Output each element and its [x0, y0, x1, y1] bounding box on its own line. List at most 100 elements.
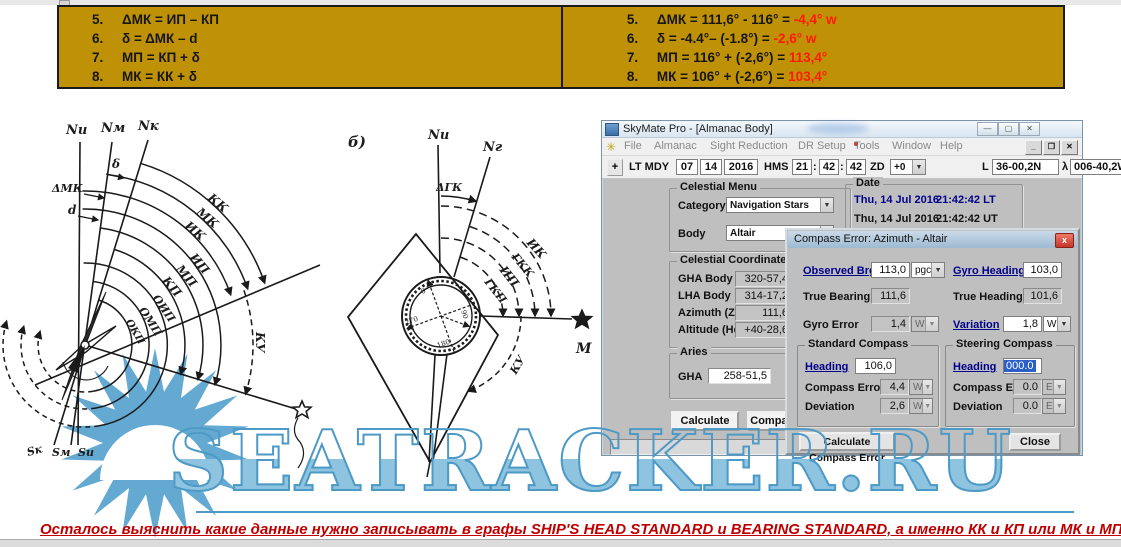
- observed-brg-label: Observed Brg: [803, 265, 876, 277]
- second-field[interactable]: 42: [846, 159, 866, 175]
- formula-number: 7.: [627, 48, 657, 67]
- menu-file[interactable]: File: [624, 140, 642, 152]
- close-button[interactable]: ✕: [1019, 122, 1040, 136]
- dialog-title: Compass Error: Azimuth - Altair: [794, 233, 947, 245]
- group-title: Steering Compass: [953, 338, 1056, 350]
- formula-row: 8.МК = КК + δ: [92, 67, 561, 86]
- app-icon: [605, 123, 619, 136]
- chevron-down-icon[interactable]: ▼: [931, 263, 944, 277]
- group-title: Aries: [677, 346, 711, 358]
- figure-b-label: б): [348, 133, 366, 151]
- chevron-down-icon[interactable]: ▼: [912, 160, 925, 174]
- chevron-down-icon[interactable]: ▼: [1057, 317, 1070, 331]
- delta-label: δ: [111, 157, 120, 171]
- menu-window[interactable]: Window: [892, 140, 931, 152]
- hour-field[interactable]: 21: [792, 159, 812, 175]
- formula-text: ΔМК = ИП – КП: [122, 12, 219, 27]
- diagram-b-labels: б) Nи Nг ΔГК ИК ГКК ИП ГКП КУ М 0 90 180…: [348, 128, 592, 377]
- watermark-underline: [196, 511, 1074, 513]
- formula-text: МП = КП + δ: [122, 50, 200, 65]
- formula-row: 6.δ = ΔМК – d: [92, 29, 561, 48]
- menu-dr-setup[interactable]: DR Setup: [798, 140, 846, 152]
- menu-help[interactable]: Help: [940, 140, 963, 152]
- aries-gha-field: 258-51,5: [708, 368, 771, 384]
- calculate-button[interactable]: Calculate: [671, 411, 739, 431]
- target-m-label: М: [575, 341, 592, 357]
- true-bearing-label: True Bearing: [803, 291, 870, 303]
- menu-tools[interactable]: Tools: [854, 140, 880, 152]
- lon-label: λ: [1062, 161, 1068, 173]
- variation-label: Variation: [953, 319, 999, 331]
- dialog-titlebar[interactable]: Compass Error: Azimuth - Altair x: [788, 231, 1077, 248]
- observed-brg-field[interactable]: 113,0: [871, 262, 910, 278]
- dialog-close-button[interactable]: x: [1055, 233, 1074, 248]
- dialog-close-action-button[interactable]: Close: [1009, 433, 1061, 451]
- std-deviation-unit: W: [910, 401, 922, 412]
- gha-body-field: 320-57,4: [735, 271, 792, 287]
- chevron-down-icon[interactable]: ▼: [820, 198, 833, 212]
- window-titlebar[interactable]: SkyMate Pro - [Almanac Body] — ▢ ✕: [602, 121, 1082, 138]
- variation-unit-combo[interactable]: W ▼: [1043, 316, 1071, 332]
- strg-error-field: 0.0: [1013, 379, 1042, 395]
- south-compass-label: Sк: [25, 442, 44, 459]
- colon: :: [813, 161, 817, 173]
- arc-label-ik-b: ИК: [523, 235, 550, 262]
- maximize-button[interactable]: ▢: [998, 122, 1019, 136]
- formula-result: 103,4°: [788, 69, 827, 84]
- lat-field[interactable]: 36-00,2N: [992, 159, 1059, 175]
- chevron-down-icon: ▼: [922, 399, 932, 413]
- formula-number: 8.: [627, 67, 657, 86]
- formula-text: δ = ΔМК – d: [122, 31, 198, 46]
- formula-text: МК = КК + δ: [122, 69, 197, 84]
- zd-combo[interactable]: +0 ▼: [890, 159, 926, 175]
- south-true-label: Sи: [78, 446, 94, 459]
- chevron-down-icon: ▼: [925, 317, 938, 331]
- std-deviation-field: 2,6: [880, 398, 909, 414]
- std-error-unit: W: [910, 382, 922, 393]
- minimize-button[interactable]: —: [977, 122, 998, 136]
- plus-button[interactable]: +: [607, 159, 623, 176]
- strg-heading-label: Heading: [953, 361, 996, 373]
- std-heading-label: Heading: [805, 361, 848, 373]
- strg-heading-field[interactable]: 000.0: [1003, 358, 1042, 374]
- observed-brg-unit-combo[interactable]: pgc ▼: [911, 262, 945, 278]
- category-combo[interactable]: Navigation Stars ▼: [726, 197, 834, 213]
- variation-field[interactable]: 1,8: [1003, 316, 1042, 332]
- menu-sight-reduction[interactable]: Sight Reduction: [710, 140, 788, 152]
- formula-expression: δ = -4.4°– (-1.8°) =: [657, 31, 774, 46]
- minute-field[interactable]: 42: [819, 159, 839, 175]
- formula-result: -4,4° w: [794, 12, 837, 27]
- star-symbol: [293, 401, 311, 418]
- formula-row: 5.ΔМК = ИП – КП: [92, 10, 561, 29]
- mdi-close-button[interactable]: ✕: [1061, 140, 1078, 155]
- group-title: Standard Compass: [805, 338, 911, 350]
- strg-deviation-unit-combo: E ▼: [1042, 398, 1066, 414]
- menu-almanac[interactable]: Almanac: [654, 140, 697, 152]
- footer-note: Осталось выяснить какие данные нужно зап…: [40, 521, 1081, 538]
- strg-error-unit: E: [1043, 382, 1053, 393]
- page: 5.ΔМК = ИП – КП 6.δ = ΔМК – d 7.МП = КП …: [0, 0, 1121, 547]
- lon-field[interactable]: 006-40,2W: [1070, 159, 1121, 175]
- formula-row: 7.МП = 116° + (-2,6°) = 113,4°: [627, 48, 1063, 67]
- formula-cell-numeric: 5.ΔМК = 111,6° - 116° = -4,4° w 6.δ = -4…: [561, 7, 1063, 87]
- variation-unit: W: [1044, 319, 1057, 330]
- mdi-restore-button[interactable]: ❐: [1043, 140, 1060, 155]
- zd-value: +0: [891, 162, 912, 173]
- dmk-label: ΔМК: [51, 182, 84, 195]
- day-field[interactable]: 14: [700, 159, 722, 175]
- mdi-minimize-button[interactable]: _: [1025, 140, 1042, 155]
- date-ut: Thu, 14 Jul 2016: [854, 213, 939, 225]
- altitude-field: +40-28,6: [735, 322, 792, 338]
- star-symbol-b: [572, 310, 591, 328]
- formula-number: 5.: [627, 10, 657, 29]
- gyro-heading-field[interactable]: 103,0: [1023, 262, 1062, 278]
- std-heading-field[interactable]: 106,0: [855, 358, 896, 374]
- altitude-label: Altitude (Hc): [678, 324, 743, 336]
- year-field[interactable]: 2016: [724, 159, 758, 175]
- body-label: Body: [678, 228, 706, 240]
- month-field[interactable]: 07: [676, 159, 698, 175]
- observed-brg-unit: pgc: [912, 265, 931, 276]
- true-heading-label: True Heading: [953, 291, 1023, 303]
- calculate-compass-error-button[interactable]: Calculate Compass Error: [799, 432, 895, 451]
- lat-label: L: [982, 161, 989, 173]
